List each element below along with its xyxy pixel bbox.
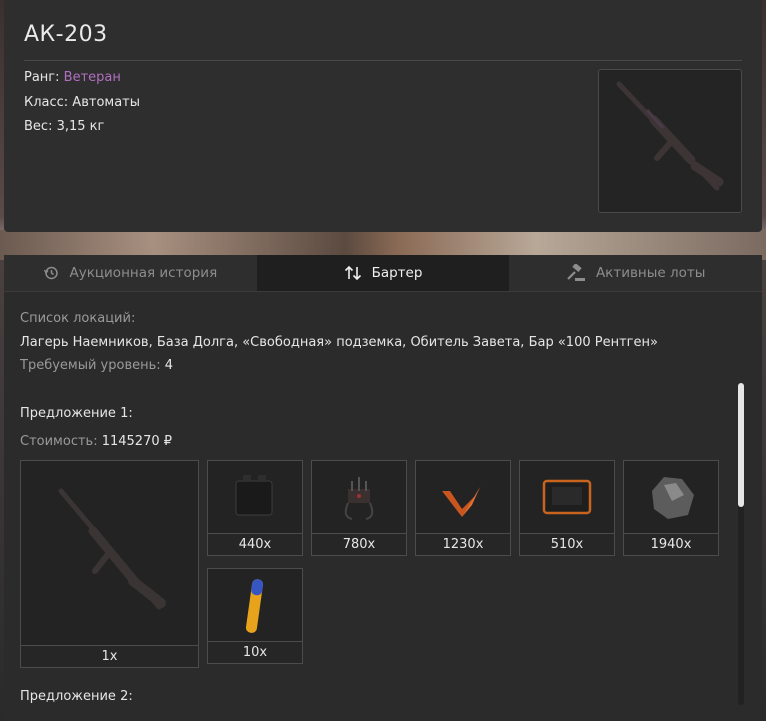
required-level: Требуемый уровень: 4 [20, 358, 173, 373]
ingredient-slot[interactable]: 10x [207, 568, 303, 664]
divider [24, 60, 742, 61]
rank-row: Ранг: Ветеран [24, 70, 121, 85]
ingredient-slot[interactable]: 510x [519, 460, 615, 556]
vial-icon [245, 579, 264, 633]
ingredient-qty: 10x [208, 641, 302, 663]
history-icon [44, 266, 59, 280]
ingredient-slot[interactable]: 780x [311, 460, 407, 556]
scrollbar[interactable] [738, 383, 744, 705]
item-header: АК-203 Ранг: Ветеран Класс: Автоматы Вес… [4, 0, 762, 232]
rifle-icon [58, 488, 166, 610]
locations-list: Лагерь Наемников, База Долга, «Свободная… [20, 335, 658, 350]
cost-label: Стоимость: [20, 434, 98, 449]
rank-label: Ранг: [24, 70, 60, 85]
result-slot[interactable]: 1x [20, 460, 199, 668]
tab-auction-history-label: Аукционная история [69, 265, 218, 281]
item-title: АК-203 [24, 22, 108, 47]
tablet-icon [542, 479, 592, 515]
swap-arrows-icon [344, 265, 361, 281]
ingredient-qty: 1230x [416, 533, 510, 555]
rank-value: Ветеран [63, 70, 121, 85]
scrollbar-thumb[interactable] [738, 383, 744, 507]
ingredient-qty: 1940x [624, 533, 718, 555]
cost-value: 1145270 ₽ [101, 434, 173, 449]
offer-cost: Стоимость: 1145270 ₽ [20, 434, 172, 449]
weight-row: Вес: 3,15 кг [24, 119, 105, 134]
rifle-icon [616, 81, 724, 191]
rock-icon [652, 477, 694, 519]
device-icon [344, 477, 374, 520]
tab-bar: Аукционная история Бартер Активные лоты [4, 255, 763, 292]
level-label: Требуемый уровень: [20, 358, 161, 373]
tab-barter-label: Бартер [371, 265, 423, 281]
tab-auction-history[interactable]: Аукционная история [4, 255, 257, 291]
ingredient-slot[interactable]: 1940x [623, 460, 719, 556]
ingredient-slot[interactable]: 1230x [415, 460, 511, 556]
tab-barter[interactable]: Бартер [256, 255, 510, 291]
offer-title: Предложение 2: [20, 689, 133, 704]
class-row: Класс: Автоматы [24, 95, 141, 110]
tab-active-lots[interactable]: Активные лоты [509, 255, 763, 291]
level-value: 4 [164, 358, 174, 373]
orange-plant-icon [442, 479, 486, 517]
offer-title: Предложение 1: [20, 406, 133, 421]
ingredient-qty: 510x [520, 533, 614, 555]
result-qty: 1x [21, 645, 198, 667]
gavel-icon [567, 264, 585, 281]
tab-active-lots-label: Активные лоты [595, 265, 706, 281]
item-panel: Аукционная история Бартер Активные лоты … [4, 255, 763, 721]
item-preview [598, 69, 742, 213]
ingredient-qty: 780x [312, 533, 406, 555]
ingredient-qty: 440x [208, 533, 302, 555]
locations-label: Список локаций: [20, 311, 136, 326]
battery-icon [235, 475, 273, 516]
ingredient-slot[interactable]: 440x [207, 460, 303, 556]
